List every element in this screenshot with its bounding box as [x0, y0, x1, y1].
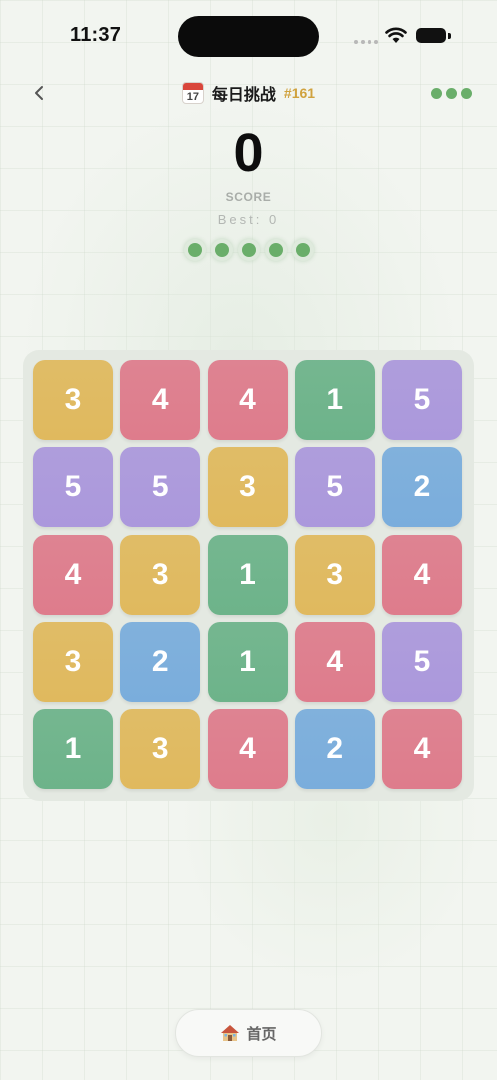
tile[interactable]: 1 — [33, 709, 113, 789]
tile[interactable]: 3 — [120, 709, 201, 789]
calendar-day: 17 — [186, 91, 200, 103]
tile[interactable]: 5 — [382, 360, 462, 440]
tile[interactable]: 5 — [120, 447, 201, 528]
tile[interactable]: 4 — [120, 360, 201, 440]
challenge-number: #161 — [283, 85, 316, 101]
tile[interactable]: 3 — [33, 360, 113, 440]
tile[interactable]: 1 — [294, 360, 375, 440]
page-title: 每日挑战 — [211, 87, 276, 104]
tile[interactable]: 4 — [382, 709, 462, 789]
life-dot-icon — [264, 239, 287, 261]
tile[interactable]: 3 — [33, 621, 113, 702]
tile[interactable]: 4 — [294, 621, 375, 702]
tile[interactable]: 3 — [120, 534, 201, 615]
life-dot-icon — [210, 239, 233, 261]
life-dot-icon — [183, 239, 206, 261]
game-board: 3441555352431343214513424 — [23, 350, 474, 801]
tile[interactable]: 1 — [207, 534, 288, 615]
house-icon — [221, 1025, 240, 1041]
battery-cap — [448, 33, 451, 39]
life-dot-icon — [237, 239, 260, 261]
header-title-group: 17 每日挑战 #161 — [0, 80, 497, 106]
more-menu-button[interactable] — [431, 88, 472, 99]
tile[interactable]: 4 — [33, 534, 113, 615]
tile[interactable]: 5 — [33, 447, 113, 528]
tile[interactable]: 2 — [120, 621, 201, 702]
cellular-signal-icon — [354, 40, 378, 44]
tile[interactable]: 4 — [207, 709, 288, 789]
dot-icon — [446, 88, 457, 99]
tile[interactable]: 4 — [207, 360, 288, 440]
tile[interactable]: 2 — [382, 447, 462, 528]
home-button[interactable]: 首页 — [175, 1009, 322, 1057]
tile[interactable]: 1 — [207, 621, 288, 702]
status-time: 11:37 — [70, 24, 122, 46]
battery-icon — [416, 28, 446, 43]
tile[interactable]: 3 — [294, 534, 375, 615]
score-label: SCORE — [225, 190, 272, 204]
tile[interactable]: 2 — [294, 709, 375, 789]
best-score: Best: 0 — [217, 212, 280, 227]
dot-icon — [431, 88, 442, 99]
dot-icon — [461, 88, 472, 99]
home-button-label: 首页 — [246, 1025, 277, 1043]
tile[interactable]: 3 — [207, 447, 288, 528]
lives-indicator — [0, 239, 497, 261]
tile[interactable]: 4 — [382, 534, 462, 615]
score-value: 0 — [233, 123, 264, 183]
wifi-icon — [385, 27, 407, 43]
tile[interactable]: 5 — [382, 621, 462, 702]
life-dot-icon — [291, 239, 314, 261]
tile[interactable]: 5 — [294, 447, 375, 528]
calendar-icon: 17 — [181, 82, 204, 104]
dynamic-island — [178, 16, 319, 57]
